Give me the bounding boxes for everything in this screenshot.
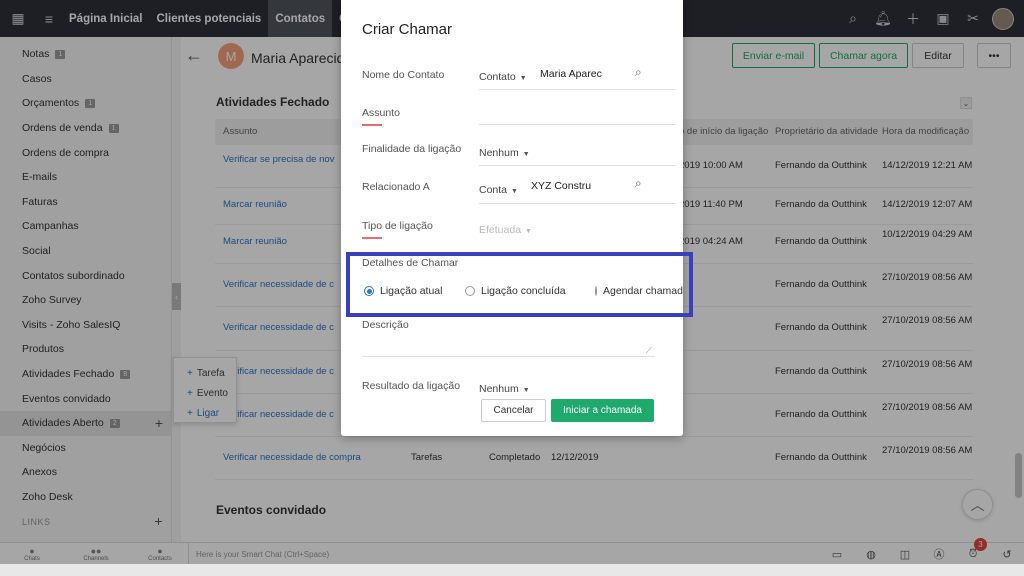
field-underline bbox=[479, 165, 675, 166]
start-call-button[interactable]: Iniciar a chamada bbox=[551, 399, 654, 422]
caret-down-icon: ▼ bbox=[522, 387, 530, 394]
call-type-select: Efetuada ▼ bbox=[479, 224, 532, 236]
related-to-value[interactable]: XYZ Constru bbox=[531, 180, 595, 192]
caret-down-icon: ▼ bbox=[525, 228, 532, 235]
radio-schedule-call[interactable]: Agendar chamada bbox=[595, 285, 683, 297]
caret-down-icon: ▼ bbox=[522, 151, 530, 158]
required-marker bbox=[362, 237, 382, 239]
call-details-label: Detalhes de Chamar bbox=[362, 257, 459, 269]
description-textarea[interactable] bbox=[362, 356, 655, 357]
call-result-select[interactable]: Nenhum ▼ bbox=[479, 383, 530, 395]
contact-type-select[interactable]: Contato ▼ bbox=[479, 71, 527, 83]
caret-down-icon: ▼ bbox=[519, 75, 527, 82]
call-type-label: Tipo de ligação bbox=[362, 220, 433, 232]
cancel-button[interactable]: Cancelar bbox=[481, 399, 546, 422]
resize-handle-icon[interactable]: ⟋ bbox=[646, 346, 652, 356]
subject-label: Assunto bbox=[362, 107, 400, 119]
call-result-label: Resultado da ligação bbox=[362, 380, 461, 392]
subject-row: Assunto bbox=[362, 106, 675, 126]
radio-selected-icon bbox=[364, 286, 374, 296]
purpose-select[interactable]: Nenhum ▼ bbox=[479, 147, 530, 159]
purpose-row: Finalidade da ligação Nenhum ▼ bbox=[362, 141, 675, 166]
radio-icon bbox=[465, 286, 475, 296]
related-to-row: Relacionado A Conta ▼ XYZ Constru ⌕ bbox=[362, 176, 675, 204]
radio-icon bbox=[595, 286, 597, 296]
subject-input[interactable] bbox=[479, 124, 675, 125]
field-underline bbox=[479, 203, 675, 204]
contact-name-label: Nome do Contato bbox=[362, 69, 445, 81]
call-type-row: Tipo de ligação Efetuada ▼ bbox=[362, 218, 655, 242]
field-underline bbox=[479, 89, 675, 90]
caret-down-icon: ▼ bbox=[511, 188, 518, 195]
contact-name-value[interactable]: Maria Aparec bbox=[540, 68, 602, 80]
create-call-dialog: Criar Chamar Nome do Contato Contato ▼ Ma… bbox=[341, 0, 693, 436]
purpose-label: Finalidade da ligação bbox=[362, 143, 462, 155]
radio-current-call[interactable]: Ligação atual bbox=[364, 285, 442, 297]
search-icon[interactable]: ⌕ bbox=[635, 176, 642, 191]
bottom-strip bbox=[0, 564, 1024, 576]
required-marker bbox=[362, 124, 382, 126]
related-type-select[interactable]: Conta ▼ bbox=[479, 184, 518, 196]
contact-name-row: Nome do Contato Contato ▼ Maria Aparec ⌕ bbox=[362, 65, 675, 91]
radio-completed-call[interactable]: Ligação concluída bbox=[465, 285, 566, 297]
related-to-label: Relacionado A bbox=[362, 181, 430, 193]
search-icon[interactable]: ⌕ bbox=[635, 65, 642, 80]
description-label: Descrição bbox=[362, 319, 409, 331]
dialog-title: Criar Chamar bbox=[362, 21, 453, 38]
